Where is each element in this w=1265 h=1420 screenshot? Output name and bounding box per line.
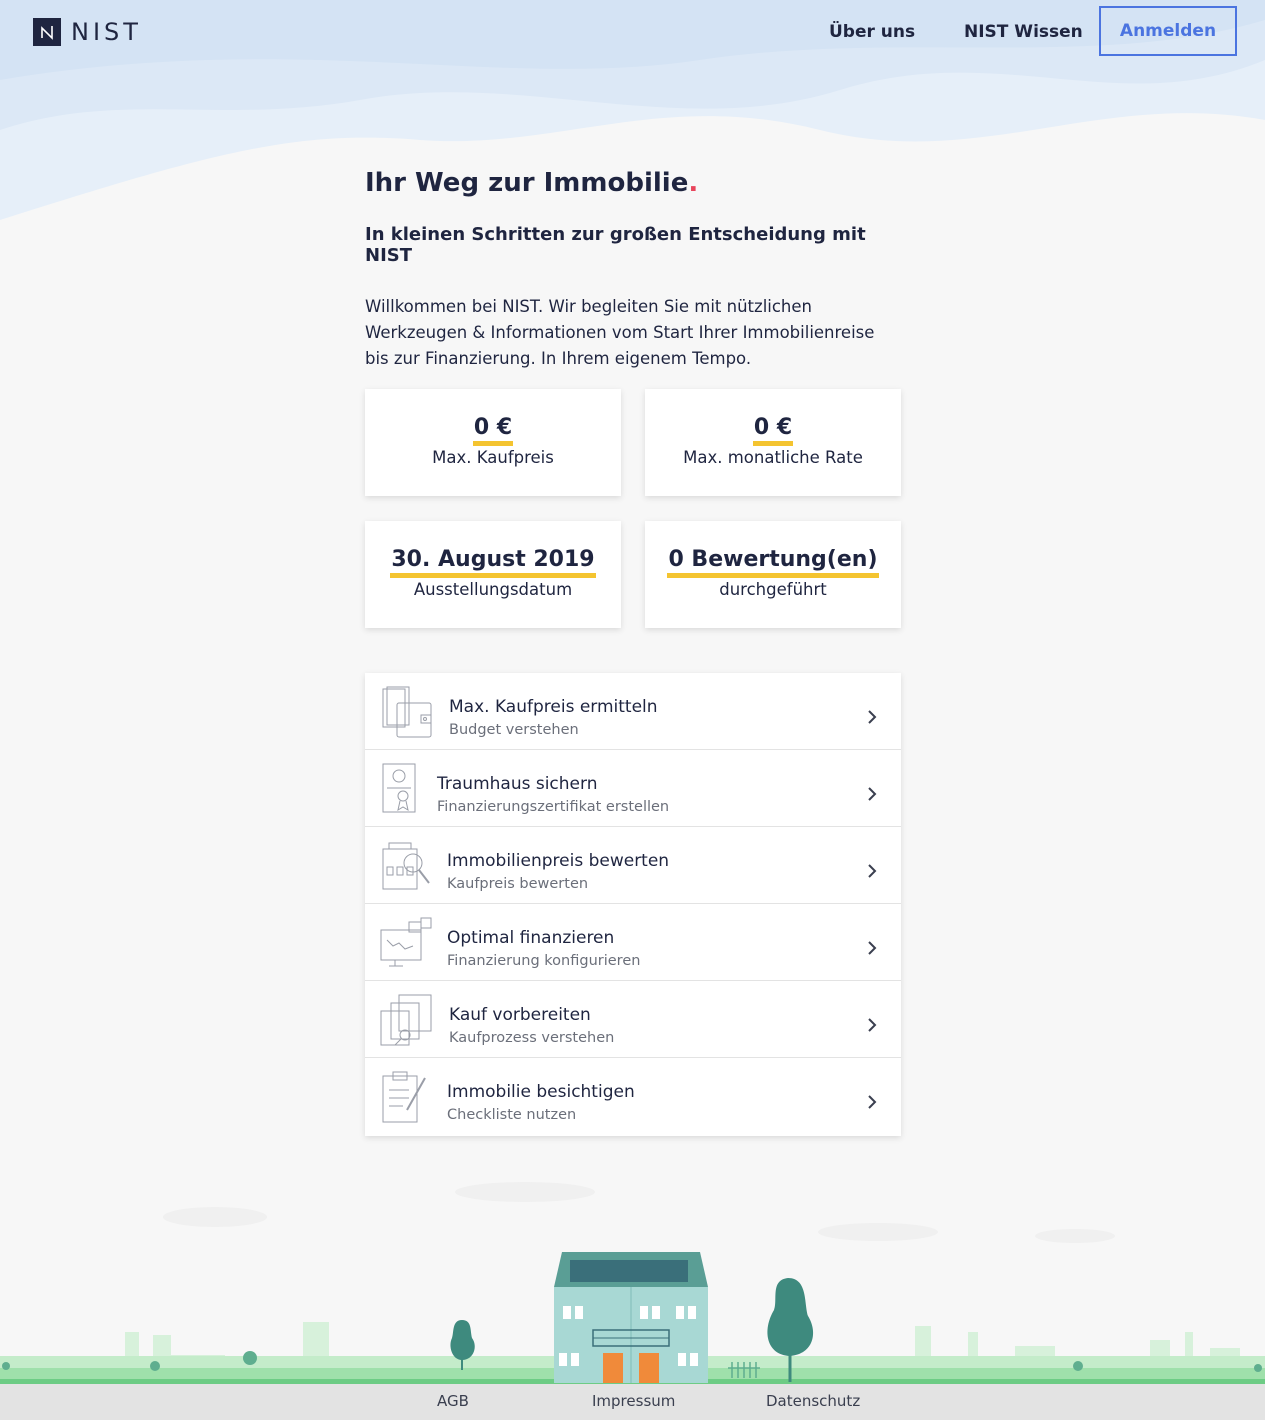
clipboard-pen-icon xyxy=(382,1071,426,1123)
step-visit-property[interactable]: Immobilie besichtigen Checkliste nutzen xyxy=(365,1058,901,1136)
house-illustration xyxy=(554,1252,708,1383)
certificate-icon xyxy=(382,763,416,813)
step-title: Max. Kaufpreis ermitteln xyxy=(449,697,658,717)
nist-logo[interactable]: NIST xyxy=(33,18,142,46)
footer-link-agb[interactable]: AGB xyxy=(437,1392,469,1410)
chevron-right-icon xyxy=(868,787,877,801)
step-optimal-financing[interactable]: Optimal finanzieren Finanzierung konfigu… xyxy=(365,904,901,981)
step-max-price[interactable]: Max. Kaufpreis ermitteln Budget verstehe… xyxy=(365,673,901,750)
wallet-documents-icon xyxy=(382,686,432,738)
footer-link-datenschutz[interactable]: Datenschutz xyxy=(766,1392,860,1410)
nav-link-knowledge[interactable]: NIST Wissen xyxy=(964,22,1083,42)
top-navigation: NIST Über uns NIST Wissen Anmelden xyxy=(0,0,1265,64)
step-title: Kauf vorbereiten xyxy=(449,1005,591,1025)
stat-value: 0 € xyxy=(472,415,514,446)
chevron-right-icon xyxy=(868,710,877,724)
step-subtitle: Kaufpreis bewerten xyxy=(447,876,589,892)
step-secure-home[interactable]: Traumhaus sichern Finanzierungszertifika… xyxy=(365,750,901,827)
stat-label: Max. Kaufpreis xyxy=(432,448,554,467)
chevron-right-icon xyxy=(868,1018,877,1032)
stat-value: 0 € xyxy=(752,415,794,446)
step-title: Optimal finanzieren xyxy=(447,928,615,948)
footer: AGB Impressum Datenschutz xyxy=(0,1384,1265,1420)
chart-percent-icon xyxy=(380,917,432,967)
step-title: Immobilie besichtigen xyxy=(447,1082,635,1102)
stat-label: Max. monatliche Rate xyxy=(683,448,863,467)
step-evaluate-price[interactable]: Immobilienpreis bewerten Kaufpreis bewer… xyxy=(365,827,901,904)
step-subtitle: Kaufprozess verstehen xyxy=(449,1030,615,1046)
page-subtitle: In kleinen Schritten zur großen Entschei… xyxy=(365,224,866,266)
chevron-right-icon xyxy=(868,864,877,878)
login-button[interactable]: Anmelden xyxy=(1099,6,1237,56)
logo-text: NIST xyxy=(71,18,142,46)
documents-stamp-icon xyxy=(380,994,432,1046)
steps-list: Max. Kaufpreis ermitteln Budget verstehe… xyxy=(365,673,901,1136)
stat-card-issue-date: 30. August 2019 Ausstellungsdatum xyxy=(365,521,621,628)
step-title: Immobilienpreis bewerten xyxy=(447,851,670,871)
stat-card-monthly-rate: 0 € Max. monatliche Rate xyxy=(645,389,901,496)
stat-value: 30. August 2019 xyxy=(390,547,596,578)
step-subtitle: Budget verstehen xyxy=(449,722,579,738)
step-subtitle: Finanzierung konfigurieren xyxy=(447,953,641,969)
title-dot: . xyxy=(688,168,699,198)
footer-landscape-illustration xyxy=(0,1182,1265,1384)
intro-text: Willkommen bei NIST. Wir begleiten Sie m… xyxy=(365,297,875,368)
stat-value: 0 Bewertung(en) xyxy=(667,547,879,578)
step-prepare-purchase[interactable]: Kauf vorbereiten Kaufprozess verstehen xyxy=(365,981,901,1058)
page-title: Ihr Weg zur Immobilie. xyxy=(365,168,901,198)
stat-label: Ausstellungsdatum xyxy=(413,580,573,599)
stat-card-max-price: 0 € Max. Kaufpreis xyxy=(365,389,621,496)
step-subtitle: Finanzierungszertifikat erstellen xyxy=(437,799,670,815)
step-title: Traumhaus sichern xyxy=(437,774,598,794)
page-title-text: Ihr Weg zur Immobilie xyxy=(365,168,689,198)
hero-section: Ihr Weg zur Immobilie. In kleinen Schrit… xyxy=(365,168,901,372)
chevron-right-icon xyxy=(868,1095,877,1109)
step-subtitle: Checkliste nutzen xyxy=(447,1107,577,1123)
chevron-right-icon xyxy=(868,941,877,955)
footer-link-impressum[interactable]: Impressum xyxy=(592,1392,675,1410)
stat-card-valuations: 0 Bewertung(en) durchgeführt xyxy=(645,521,901,628)
nav-link-about[interactable]: Über uns xyxy=(829,22,915,42)
logo-mark-icon xyxy=(33,18,61,46)
stat-label: durchgeführt xyxy=(719,580,827,599)
building-magnifier-icon xyxy=(382,842,430,890)
